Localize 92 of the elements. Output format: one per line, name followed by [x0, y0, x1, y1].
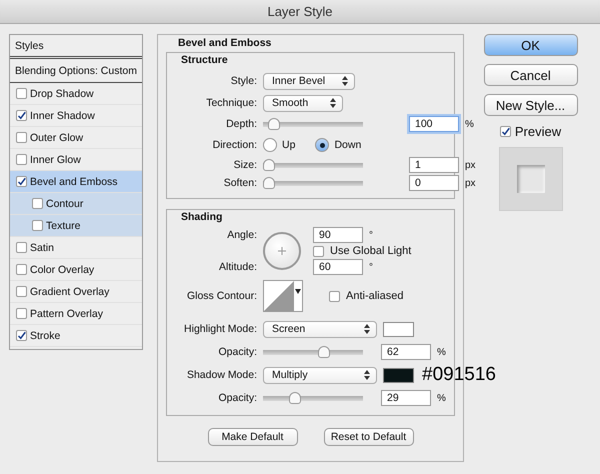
- checkbox[interactable]: [16, 330, 27, 341]
- style-list-item[interactable]: Drop Shadow: [10, 83, 142, 105]
- field-label: Depth:: [225, 118, 257, 130]
- dialog-button[interactable]: Make Default: [208, 428, 298, 446]
- preview-thumbnail: [498, 147, 562, 211]
- radio-button[interactable]: [263, 138, 277, 152]
- value-field[interactable]: 60: [313, 259, 363, 275]
- field-label: Opacity:: [217, 346, 257, 358]
- checkbox[interactable]: [32, 220, 43, 231]
- style-list-item[interactable]: Gradient Overlay: [10, 281, 142, 303]
- field-label: Direction:: [212, 139, 257, 151]
- group-title: Shading: [181, 211, 224, 223]
- checkbox[interactable]: [16, 264, 27, 275]
- field-label: Gloss Contour:: [186, 290, 257, 302]
- checkbox[interactable]: [313, 246, 324, 256]
- style-list-item[interactable]: Pattern Overlay: [10, 303, 142, 325]
- stepper-icon: [364, 370, 370, 380]
- style-list-item[interactable]: Texture: [10, 215, 142, 237]
- field-label: Shadow Mode:: [186, 369, 257, 381]
- dialog-button[interactable]: Reset to Default: [324, 428, 414, 446]
- stepper-icon: [342, 76, 348, 86]
- field-label: Altitude:: [218, 261, 257, 273]
- unit-label: °: [369, 262, 373, 272]
- value-field[interactable]: 62: [381, 344, 431, 360]
- value-field[interactable]: 100: [409, 116, 459, 132]
- dialog-button[interactable]: New Style...: [484, 94, 578, 116]
- stepper-icon: [364, 324, 370, 334]
- radio-option[interactable]: Down: [315, 138, 362, 152]
- dropdown[interactable]: Screen: [263, 320, 377, 338]
- dropdown[interactable]: Smooth: [263, 94, 343, 112]
- slider-thumb[interactable]: [263, 159, 275, 171]
- checkbox[interactable]: [16, 132, 27, 143]
- unit-label: °: [369, 230, 373, 240]
- unit-label: px: [465, 178, 476, 188]
- style-list-item[interactable]: Outer Glow: [10, 127, 142, 149]
- style-list-item[interactable]: Contour: [10, 193, 142, 215]
- dialog-button[interactable]: Cancel: [484, 64, 578, 86]
- dropdown[interactable]: Multiply: [263, 366, 377, 384]
- unit-label: %: [465, 118, 474, 130]
- dialog-button[interactable]: OK: [484, 34, 578, 56]
- checkbox[interactable]: [500, 126, 511, 137]
- group-title: Structure: [181, 54, 229, 66]
- value-field[interactable]: 1: [409, 157, 459, 173]
- style-list-item[interactable]: Color Overlay: [10, 259, 142, 281]
- style-list-item[interactable]: Bevel and Emboss: [10, 171, 142, 193]
- field-label: Highlight Mode:: [183, 323, 257, 335]
- checkbox[interactable]: [16, 242, 27, 253]
- checkbox[interactable]: [16, 154, 27, 165]
- unit-label: %: [437, 392, 446, 404]
- value-field[interactable]: 0: [409, 175, 459, 191]
- checkbox[interactable]: [16, 176, 27, 187]
- field-label: Style:: [230, 75, 257, 87]
- style-list-item[interactable]: Inner Shadow: [10, 105, 142, 127]
- contour-picker[interactable]: [263, 280, 303, 312]
- section-title: Bevel and Emboss: [178, 37, 272, 49]
- stepper-icon: [330, 98, 336, 108]
- radio-button[interactable]: [315, 138, 330, 152]
- checkbox-label: Preview: [514, 124, 562, 139]
- blending-options-item[interactable]: Blending Options: Custom: [10, 59, 142, 83]
- angle-dial[interactable]: [263, 232, 301, 270]
- style-list-item[interactable]: Satin: [10, 237, 142, 259]
- checkbox[interactable]: [329, 290, 340, 302]
- checkbox[interactable]: [16, 286, 27, 297]
- annotation-text: #091516: [422, 364, 496, 386]
- dropdown[interactable]: Inner Bevel: [263, 72, 355, 90]
- checkbox[interactable]: [16, 88, 27, 99]
- field-label: Technique:: [205, 97, 257, 109]
- radio-option[interactable]: Up: [263, 138, 296, 152]
- crosshair-icon: [278, 247, 286, 255]
- color-swatch[interactable]: [383, 368, 414, 382]
- checkbox-label: Use Global Light: [330, 245, 412, 257]
- color-swatch[interactable]: [383, 322, 414, 336]
- field-label: Angle:: [226, 229, 257, 241]
- value-field[interactable]: 29: [381, 390, 431, 406]
- unit-label: px: [465, 160, 476, 170]
- slider-thumb[interactable]: [318, 346, 330, 358]
- styles-header[interactable]: Styles: [10, 35, 142, 59]
- slider-thumb[interactable]: [263, 177, 275, 189]
- checkbox[interactable]: [16, 308, 27, 319]
- field-label: Size:: [232, 159, 257, 171]
- value-field[interactable]: 90: [313, 227, 363, 243]
- style-list-item[interactable]: Stroke: [10, 325, 142, 347]
- checkbox[interactable]: [16, 110, 27, 121]
- checkbox[interactable]: [32, 198, 43, 209]
- checkbox-label: Anti-aliased: [346, 290, 404, 302]
- slider-thumb[interactable]: [288, 392, 301, 404]
- field-label: Opacity:: [217, 392, 257, 404]
- unit-label: %: [437, 346, 446, 358]
- window-title: Layer Style: [267, 4, 333, 19]
- caret-icon: [295, 289, 301, 294]
- slider-thumb[interactable]: [268, 118, 280, 130]
- field-label: Soften:: [222, 177, 257, 189]
